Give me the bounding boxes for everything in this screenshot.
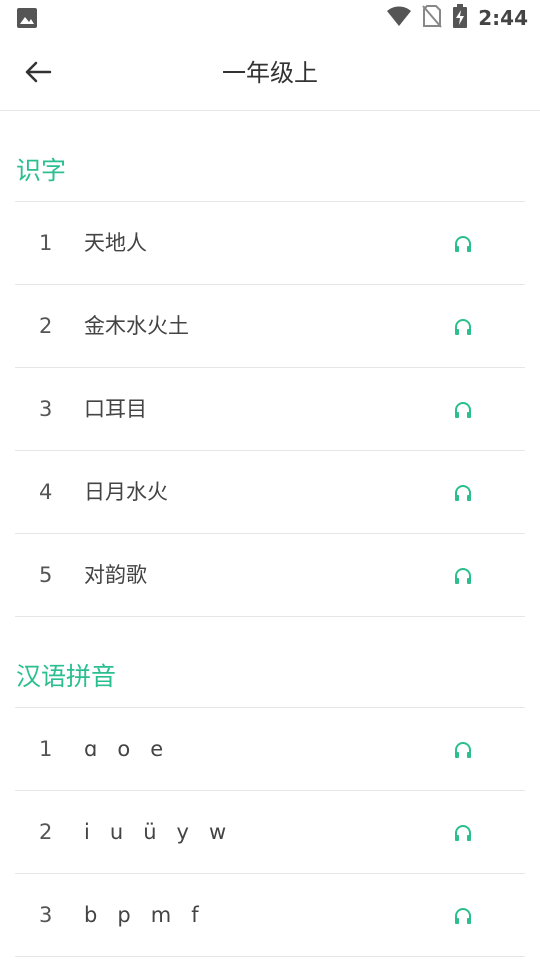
headphones-icon[interactable]	[453, 824, 473, 842]
lesson-title: b p m f	[84, 903, 199, 927]
lesson-title: 天地人	[84, 231, 147, 255]
list-item[interactable]: 3 口耳目	[15, 367, 525, 450]
lesson-number: 2	[39, 820, 53, 844]
toolbar: 一年级上	[0, 36, 540, 111]
no-sim-icon	[422, 4, 443, 32]
lesson-number: 1	[39, 737, 53, 761]
lesson-title: 对韵歌	[84, 563, 147, 587]
list-item[interactable]: 2 金木水火土	[15, 284, 525, 367]
lesson-title: 金木水火土	[84, 314, 189, 338]
headphones-icon[interactable]	[453, 741, 473, 759]
gallery-icon	[16, 7, 38, 33]
headphones-icon[interactable]	[453, 907, 473, 925]
page-title: 一年级上	[222, 59, 318, 87]
headphones-icon[interactable]	[453, 567, 473, 585]
section-title: 识字	[16, 156, 67, 185]
list-item[interactable]: 3 b p m f	[15, 873, 525, 957]
lesson-title: 日月水火	[84, 480, 168, 504]
list-item[interactable]: 5 对韵歌	[15, 533, 525, 617]
section-header-pinyin: 汉语拼音	[0, 617, 540, 707]
wifi-icon	[386, 5, 412, 31]
battery-charging-icon	[452, 4, 468, 32]
section-header-shizi: 识字	[0, 111, 540, 201]
status-time: 2:44	[478, 6, 528, 30]
headphones-icon[interactable]	[453, 235, 473, 253]
lesson-number: 2	[39, 314, 53, 338]
lesson-number: 4	[39, 480, 53, 504]
headphones-icon[interactable]	[453, 484, 473, 502]
list-item[interactable]: 2 i u ü y w	[15, 790, 525, 873]
headphones-icon[interactable]	[453, 318, 473, 336]
section-title: 汉语拼音	[16, 662, 117, 691]
list-item[interactable]: 1 天地人	[15, 201, 525, 284]
status-bar: 2:44	[0, 0, 540, 36]
lesson-number: 3	[39, 397, 53, 421]
lesson-number: 5	[39, 563, 53, 587]
list-item[interactable]: 4 日月水火	[15, 450, 525, 533]
lesson-list: 识字 1 天地人 2 金木水火土 3 口耳目 4 日月水火 5 对韵歌 汉语拼音…	[0, 111, 540, 957]
lesson-title: 口耳目	[84, 397, 147, 421]
lesson-number: 1	[39, 231, 53, 255]
status-icons: 2:44	[386, 0, 528, 36]
lesson-title: i u ü y w	[84, 820, 227, 844]
headphones-icon[interactable]	[453, 401, 473, 419]
list-item[interactable]: 1 ɑ o e	[15, 707, 525, 790]
lesson-title: ɑ o e	[84, 737, 164, 761]
lesson-number: 3	[39, 903, 53, 927]
